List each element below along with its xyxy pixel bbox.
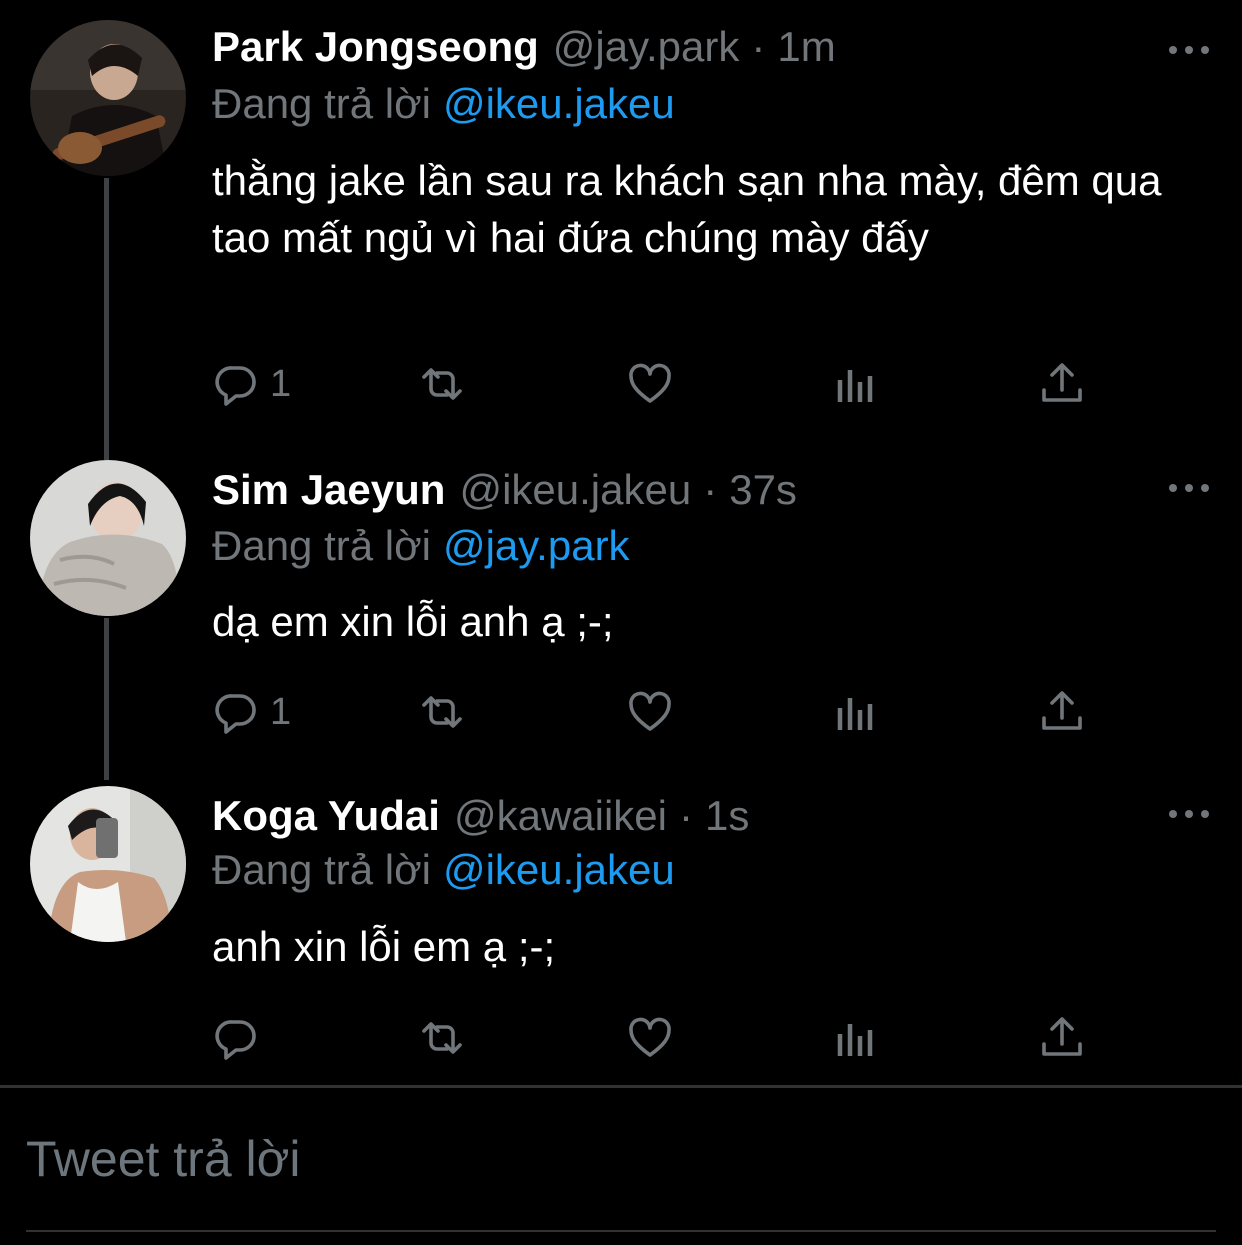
- replying-to: Đang trả lời @ikeu.jakeu: [212, 80, 675, 128]
- separator-dot: ·: [679, 792, 693, 839]
- display-name[interactable]: Koga Yudai: [212, 792, 440, 840]
- share-button[interactable]: [1038, 1008, 1086, 1068]
- reply-count: 1: [270, 362, 292, 405]
- avatar-image: [30, 786, 186, 942]
- retweet-icon: [422, 696, 462, 728]
- retweet-button[interactable]: [418, 354, 466, 414]
- timestamp[interactable]: 1m: [777, 23, 835, 71]
- retweet-icon: [422, 368, 462, 400]
- avatar-image: [30, 20, 186, 176]
- reply-icon: [215, 1020, 256, 1060]
- tweet-text: dạ em xin lỗi anh ạ ;-;: [212, 598, 614, 645]
- thread-line: [104, 618, 109, 780]
- retweet-icon: [422, 1022, 462, 1054]
- reply-button[interactable]: 1: [212, 354, 291, 414]
- tweet-header: Sim Jaeyun @ikeu.jakeu · 37s: [212, 460, 797, 520]
- tweet-actions: 1: [212, 354, 1092, 414]
- compose-underline: [26, 1230, 1216, 1232]
- like-button[interactable]: [626, 354, 674, 414]
- reply-button[interactable]: [212, 1008, 270, 1068]
- avatar[interactable]: [30, 460, 186, 616]
- heart-icon: [629, 363, 671, 403]
- separator-dot: ·: [751, 23, 766, 70]
- more-icon[interactable]: [1164, 38, 1214, 62]
- tweet-actions: 1: [212, 682, 1092, 742]
- tweet-text: thằng jake lần sau ra khách sạn nha mày,…: [212, 157, 1162, 261]
- tweet[interactable]: Koga Yudai @kawaiikei · 1s Đang trả lời @…: [0, 786, 1242, 1076]
- retweet-button[interactable]: [418, 682, 466, 742]
- more-icon[interactable]: [1164, 476, 1214, 500]
- timestamp[interactable]: 1s: [705, 792, 749, 840]
- analytics-icon: [837, 370, 873, 402]
- share-icon: [1042, 691, 1082, 730]
- replying-to: Đang trả lời @ikeu.jakeu: [212, 846, 675, 894]
- like-button[interactable]: [626, 1008, 674, 1068]
- mention-link[interactable]: @ikeu.jakeu: [443, 846, 675, 893]
- display-name[interactable]: Park Jongseong: [212, 23, 539, 71]
- reply-compose-input[interactable]: Tweet trả lời: [26, 1130, 301, 1188]
- user-handle[interactable]: @ikeu.jakeu: [459, 466, 691, 514]
- replying-prefix: Đang trả lời: [212, 80, 431, 127]
- avatar-image: [30, 460, 186, 616]
- replying-prefix: Đang trả lời: [212, 522, 431, 569]
- user-handle[interactable]: @kawaiikei: [454, 792, 667, 840]
- analytics-button[interactable]: [832, 354, 880, 414]
- analytics-button[interactable]: [832, 1008, 880, 1068]
- share-button[interactable]: [1038, 682, 1086, 742]
- reply-button[interactable]: 1: [212, 682, 291, 742]
- analytics-icon: [837, 1024, 873, 1056]
- tweet-actions: [212, 1008, 1092, 1068]
- mention-link[interactable]: @jay.park: [443, 522, 630, 569]
- mention-link[interactable]: @ikeu.jakeu: [443, 80, 675, 127]
- tweet-header: Park Jongseong @jay.park · 1m: [212, 17, 836, 77]
- user-handle[interactable]: @jay.park: [553, 23, 740, 71]
- more-icon[interactable]: [1164, 802, 1214, 826]
- analytics-icon: [837, 698, 873, 730]
- reply-icon: [215, 694, 256, 734]
- tweet[interactable]: Park Jongseong @jay.park · 1m Đang trả l…: [0, 17, 1242, 460]
- separator-dot: ·: [703, 466, 718, 513]
- heart-icon: [629, 691, 671, 731]
- display-name[interactable]: Sim Jaeyun: [212, 466, 445, 514]
- analytics-button[interactable]: [832, 682, 880, 742]
- reply-count: 1: [270, 690, 292, 733]
- avatar[interactable]: [30, 20, 186, 176]
- retweet-button[interactable]: [418, 1008, 466, 1068]
- share-button[interactable]: [1038, 354, 1086, 414]
- tweet[interactable]: Sim Jaeyun @ikeu.jakeu · 37s Đang trả lờ…: [0, 460, 1242, 780]
- tweet-header: Koga Yudai @kawaiikei · 1s: [212, 786, 749, 846]
- share-icon: [1042, 1017, 1082, 1056]
- replying-prefix: Đang trả lời: [212, 846, 431, 893]
- reply-icon: [215, 366, 256, 406]
- thread-line: [104, 178, 109, 460]
- timestamp[interactable]: 37s: [729, 466, 797, 514]
- heart-icon: [629, 1017, 671, 1057]
- replying-to: Đang trả lời @jay.park: [212, 522, 630, 570]
- compose-divider: [0, 1085, 1242, 1088]
- tweet-text: anh xin lỗi em ạ ;-;: [212, 923, 556, 970]
- avatar[interactable]: [30, 786, 186, 942]
- share-icon: [1042, 363, 1082, 402]
- like-button[interactable]: [626, 682, 674, 742]
